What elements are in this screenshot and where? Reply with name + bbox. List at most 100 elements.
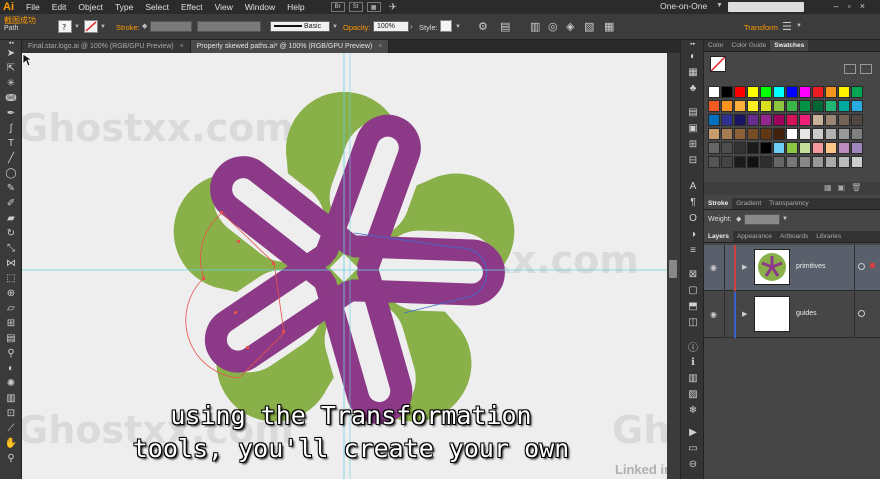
opacity-label[interactable]: Opacity:	[343, 23, 371, 32]
tab-artboards[interactable]: Artboards	[776, 231, 812, 242]
actions-icon[interactable]: ▶	[681, 424, 705, 440]
tab-libraries[interactable]: Libraries	[812, 231, 845, 242]
swatch[interactable]	[786, 156, 798, 168]
swatch[interactable]	[812, 100, 824, 112]
chevron-down-icon[interactable]: ▼	[782, 216, 788, 222]
symbol-sprayer-tool-icon[interactable]: ✺	[0, 376, 22, 391]
swatch[interactable]	[708, 128, 720, 140]
type-tool-icon[interactable]: T	[0, 136, 22, 151]
tab-gradient[interactable]: Gradient	[732, 198, 765, 209]
tab-final-star-logo[interactable]: Final.star.logo.ai @ 100% (RGB/GPU Previ…	[22, 40, 191, 53]
swatch[interactable]	[721, 142, 733, 154]
transform-label[interactable]: Transform	[744, 23, 778, 32]
tab-appearance[interactable]: Appearance	[733, 231, 776, 242]
swatch[interactable]	[734, 156, 746, 168]
graphic-styles-icon[interactable]: ⊞	[681, 136, 705, 152]
chevron-down-icon[interactable]: ▼	[100, 24, 106, 30]
thumbnail-view-icon[interactable]	[860, 64, 872, 74]
scale-tool-icon[interactable]: ⤡	[0, 241, 22, 256]
target-circle-icon[interactable]	[858, 310, 865, 317]
swatch[interactable]	[708, 142, 720, 154]
glyphs-icon[interactable]: ◑	[681, 226, 705, 242]
swatch[interactable]	[825, 156, 837, 168]
swatch[interactable]	[838, 86, 850, 98]
swatch[interactable]	[760, 86, 772, 98]
ellipse-tool-icon[interactable]: ◯	[0, 166, 22, 181]
workspace-switcher[interactable]: One-on-One	[660, 1, 707, 11]
slice-tool-icon[interactable]: ⟋	[0, 421, 22, 436]
stepper-icon[interactable]: ◆	[142, 22, 147, 30]
menu-file[interactable]: File	[26, 2, 40, 12]
symbols-icon[interactable]: ▣	[681, 120, 705, 136]
appearance-icon[interactable]: ⊟	[681, 152, 705, 168]
swatch[interactable]	[851, 100, 863, 112]
swatch[interactable]	[708, 114, 720, 126]
info-icon[interactable]: ⓘ	[681, 338, 705, 354]
stock-button[interactable]: St	[348, 2, 363, 12]
chevron-down-icon[interactable]: ▼	[74, 24, 80, 30]
swatch[interactable]	[747, 86, 759, 98]
swatch[interactable]	[760, 142, 772, 154]
document-setup-icon[interactable]: ⚙	[478, 20, 488, 33]
swatch[interactable]	[799, 114, 811, 126]
gradient-tool-icon[interactable]: ▤	[0, 331, 22, 346]
blend-tool-icon[interactable]: ◐	[0, 361, 22, 376]
line-tool-icon[interactable]: ╱	[0, 151, 22, 166]
visibility-eye-icon[interactable]: ◉	[710, 310, 717, 319]
swatch-actions-icon[interactable]: ▦▣🗑	[824, 183, 867, 192]
pathfinder-icon[interactable]: ▢	[681, 282, 705, 298]
document-info-icon[interactable]: ℹ	[681, 354, 705, 370]
chevron-down-icon[interactable]: ▼	[455, 24, 461, 30]
stepper-icon[interactable]: ◆	[736, 215, 741, 223]
swatch[interactable]	[747, 128, 759, 140]
menu-select[interactable]: Select	[145, 2, 169, 12]
swatch[interactable]	[812, 156, 824, 168]
menu-edit[interactable]: Edit	[52, 2, 67, 12]
zoom-tool-icon[interactable]: ⚲	[0, 451, 22, 466]
swatch[interactable]	[773, 100, 785, 112]
eraser-tool-icon[interactable]: ▰	[0, 211, 22, 226]
swatch[interactable]	[773, 142, 785, 154]
target-circle-icon[interactable]	[858, 263, 865, 270]
swatch[interactable]	[838, 142, 850, 154]
align-panel-icon[interactable]: ⊠	[681, 266, 705, 282]
paragraph-icon[interactable]: ¶	[681, 194, 705, 210]
pen-tool-icon[interactable]: ✒	[0, 106, 22, 121]
layer-row-guides[interactable]: ◉ ▶ guides	[704, 292, 880, 338]
layers-icon[interactable]: ◫	[681, 314, 705, 330]
links-icon[interactable]: ❄	[681, 402, 705, 418]
artboard-tool-icon[interactable]: ⊡	[0, 406, 22, 421]
shape-builder-tool-icon[interactable]: ⊕	[0, 286, 22, 301]
swatch[interactable]	[825, 142, 837, 154]
visibility-eye-icon[interactable]: ◉	[710, 263, 717, 272]
chevron-right-icon[interactable]: ›	[410, 22, 413, 31]
swatch[interactable]	[734, 128, 746, 140]
fill-stroke-swatch[interactable]	[710, 56, 726, 72]
panel-menu-icon[interactable]: ☰	[782, 20, 792, 33]
swatch[interactable]	[773, 86, 785, 98]
swatch[interactable]	[734, 100, 746, 112]
menu-object[interactable]: Object	[78, 2, 103, 12]
swatch[interactable]	[812, 86, 824, 98]
swatch[interactable]	[721, 128, 733, 140]
swatch[interactable]	[747, 114, 759, 126]
layer-name[interactable]: guides	[796, 310, 817, 317]
swatch[interactable]	[799, 86, 811, 98]
swatch[interactable]	[721, 86, 733, 98]
swatch[interactable]	[851, 114, 863, 126]
grid-icon[interactable]: ▦	[604, 20, 614, 33]
hand-tool-icon[interactable]: ✋	[0, 436, 22, 451]
artboard-canvas[interactable]: Ghostxx.com Ghostxx.com Ghostxx.com Ghos	[22, 53, 680, 479]
tab-stroke[interactable]: Stroke	[704, 198, 733, 209]
swatch[interactable]	[812, 128, 824, 140]
swatch[interactable]	[760, 128, 772, 140]
recolor-icon[interactable]: ◎	[548, 20, 558, 33]
transform-panel-icon[interactable]: ⬒	[681, 298, 705, 314]
swatch[interactable]	[825, 100, 837, 112]
swatch[interactable]	[786, 128, 798, 140]
chevron-down-icon[interactable]: ▼	[332, 24, 338, 30]
preferences-icon[interactable]: ▤	[500, 20, 510, 33]
menu-type[interactable]: Type	[115, 2, 133, 12]
swatch[interactable]	[799, 128, 811, 140]
layer-name[interactable]: primitives	[796, 263, 826, 270]
